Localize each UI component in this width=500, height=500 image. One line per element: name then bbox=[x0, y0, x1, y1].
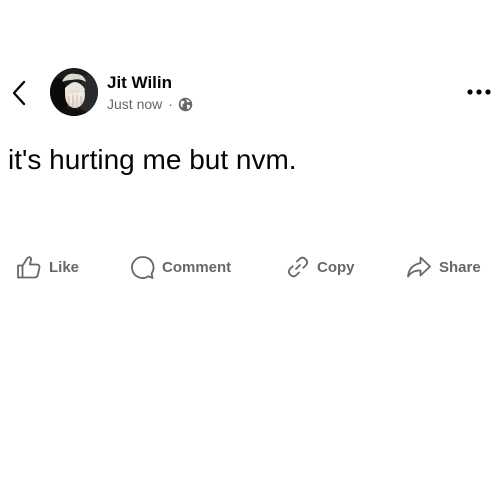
meta-separator: · bbox=[168, 96, 173, 112]
comment-icon bbox=[131, 255, 155, 279]
share-button[interactable]: Share bbox=[406, 252, 481, 282]
post-actions: Like Comment Copy Share bbox=[0, 252, 500, 282]
thumbs-up-icon bbox=[17, 256, 41, 279]
post-timestamp[interactable]: Just now bbox=[107, 96, 162, 112]
avatar-image bbox=[50, 68, 98, 116]
author-name[interactable]: Jit Wilin bbox=[107, 73, 172, 93]
more-options-button[interactable] bbox=[466, 82, 492, 102]
share-label: Share bbox=[439, 258, 481, 276]
post-text: it's hurting me but nvm. bbox=[8, 144, 297, 175]
share-arrow-icon bbox=[407, 256, 431, 278]
post-page: Jit Wilin Just now · it's hurting me but… bbox=[0, 0, 500, 500]
globe-icon[interactable] bbox=[178, 97, 193, 112]
post-meta: Just now · bbox=[107, 96, 193, 112]
comment-label: Comment bbox=[162, 258, 232, 276]
link-icon bbox=[287, 256, 309, 278]
more-horizontal-icon bbox=[467, 89, 491, 95]
chevron-left-icon bbox=[12, 80, 26, 106]
like-button[interactable]: Like bbox=[16, 252, 79, 282]
comment-button[interactable]: Comment bbox=[130, 252, 231, 282]
copy-button[interactable]: Copy bbox=[286, 252, 355, 282]
avatar[interactable] bbox=[50, 68, 98, 116]
like-label: Like bbox=[49, 258, 80, 276]
back-button[interactable] bbox=[8, 78, 30, 108]
copy-label: Copy bbox=[317, 258, 355, 276]
